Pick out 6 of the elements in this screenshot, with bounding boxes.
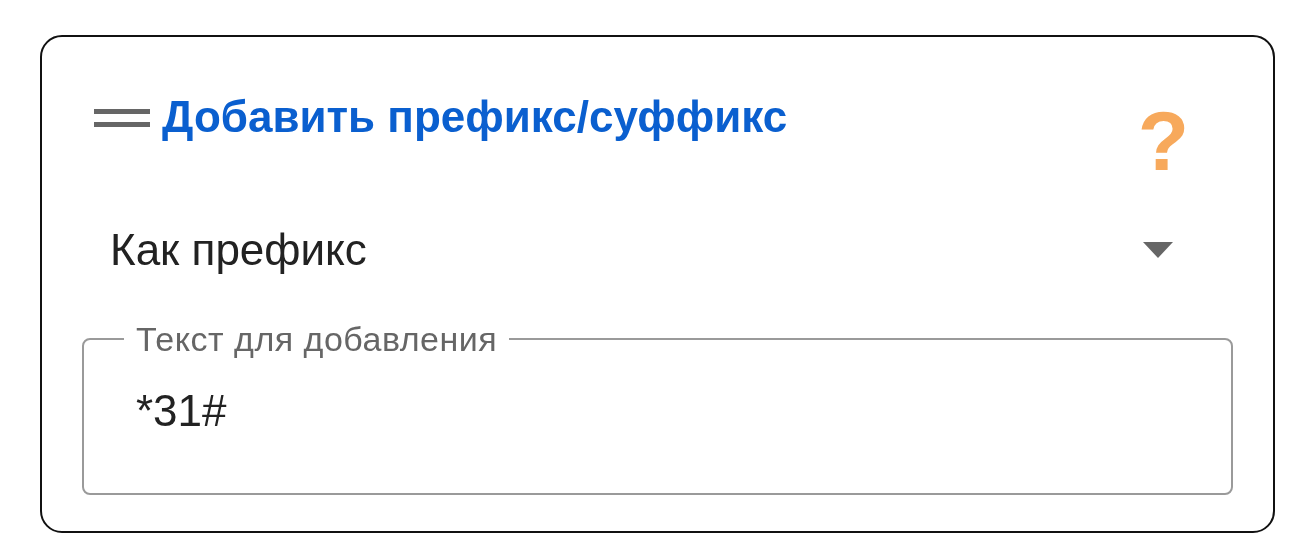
card-title: Добавить префикс/суффикс (162, 91, 788, 143)
field-label: Текст для добавления (135, 320, 499, 358)
field-value: *31# (136, 386, 228, 436)
dropdown[interactable]: Как префикс (110, 210, 1173, 290)
dropdown-value: Как префикс (110, 225, 367, 275)
caret-icon (1143, 242, 1173, 258)
